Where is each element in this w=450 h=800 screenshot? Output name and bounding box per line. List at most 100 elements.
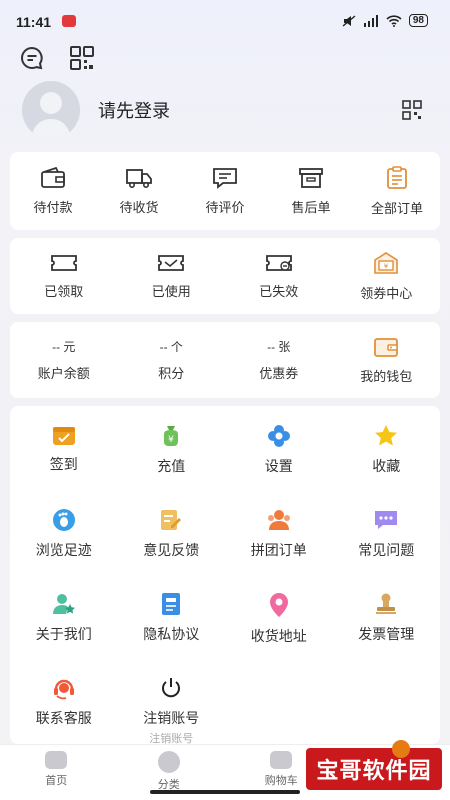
service-group-orders[interactable]: 拼团订单 bbox=[225, 504, 333, 588]
tab-label: 首页 bbox=[45, 775, 68, 787]
ticket-used-icon bbox=[158, 254, 185, 271]
service-feedback[interactable]: 意见反馈 bbox=[118, 504, 226, 588]
order-all[interactable]: 全部订单 bbox=[354, 152, 440, 230]
service-label: 注销账号 bbox=[143, 710, 200, 726]
gear-icon bbox=[267, 425, 290, 447]
order-label: 售后单 bbox=[291, 199, 331, 215]
service-about[interactable]: 关于我们 bbox=[10, 588, 118, 672]
coupon-label: 已使用 bbox=[151, 283, 191, 299]
order-label: 待评价 bbox=[205, 199, 245, 215]
service-label: 签到 bbox=[49, 456, 78, 472]
scan-icon[interactable] bbox=[68, 44, 96, 72]
balance-value: -- 元 bbox=[52, 340, 76, 354]
watermark-text: 宝哥软件园 bbox=[316, 758, 432, 783]
service-address[interactable]: 收货地址 bbox=[225, 588, 333, 672]
my-wallet[interactable]: 我的钱包 bbox=[333, 322, 441, 398]
points[interactable]: -- 个 积分 bbox=[118, 322, 226, 398]
service-label: 收藏 bbox=[372, 458, 401, 474]
service-recharge[interactable]: ¥ 充值 bbox=[118, 420, 226, 504]
document-icon bbox=[162, 593, 181, 615]
service-label: 隐私协议 bbox=[143, 626, 200, 642]
order-label: 待付款 bbox=[33, 199, 73, 215]
message-icon[interactable] bbox=[18, 44, 46, 72]
notification-app-icon bbox=[62, 15, 76, 27]
service-privacy[interactable]: 隐私协议 bbox=[118, 588, 226, 672]
status-time: 11:41 bbox=[16, 14, 52, 30]
truck-icon bbox=[126, 168, 152, 188]
service-favorites[interactable]: 收藏 bbox=[333, 420, 441, 504]
service-label: 发票管理 bbox=[358, 626, 415, 642]
coupon-used[interactable]: 已使用 bbox=[118, 238, 226, 314]
top-actions bbox=[18, 44, 96, 72]
wallet-icon bbox=[41, 166, 65, 188]
order-label: 待收货 bbox=[119, 199, 159, 215]
order-pending-payment[interactable]: 待付款 bbox=[10, 152, 96, 230]
asset-label: 积分 bbox=[158, 366, 185, 381]
coupon-count-value: -- 张 bbox=[267, 340, 291, 354]
feedback-icon bbox=[161, 510, 182, 530]
battery-indicator: 98 bbox=[408, 14, 428, 27]
coupon-count[interactable]: -- 张 优惠券 bbox=[225, 322, 333, 398]
wallet-orange-icon bbox=[374, 337, 399, 357]
wifi-icon bbox=[386, 14, 402, 27]
points-value: -- 个 bbox=[159, 340, 183, 354]
home-icon bbox=[45, 751, 68, 769]
service-label: 常见问题 bbox=[358, 542, 415, 558]
coupon-label: 领券中心 bbox=[360, 285, 413, 301]
service-faq[interactable]: 常见问题 bbox=[333, 504, 441, 588]
coupon-label: 已领取 bbox=[44, 283, 84, 299]
service-settings[interactable]: 设置 bbox=[225, 420, 333, 504]
power-icon bbox=[162, 678, 181, 698]
footprint-icon bbox=[52, 509, 75, 531]
order-after-sale[interactable]: 售后单 bbox=[268, 152, 354, 230]
status-bar: 11:41 98 bbox=[0, 0, 450, 44]
account-balance[interactable]: -- 元 账户余额 bbox=[10, 322, 118, 398]
avatar[interactable] bbox=[22, 81, 80, 139]
stamp-icon bbox=[376, 593, 397, 614]
group-icon bbox=[267, 510, 290, 530]
person-star-icon bbox=[52, 594, 75, 614]
star-icon bbox=[375, 425, 398, 446]
login-prompt[interactable]: 请先登录 bbox=[98, 97, 170, 123]
status-icons: 98 bbox=[342, 14, 428, 27]
coupon-received[interactable]: 已领取 bbox=[10, 238, 118, 314]
service-label: 浏览足迹 bbox=[35, 542, 92, 558]
watermark-dot bbox=[392, 740, 410, 758]
tab-home[interactable]: 首页 bbox=[0, 745, 113, 800]
location-pin-icon bbox=[269, 593, 288, 617]
orders-card: 待付款 待收货 待评价 售后单 全部订单 bbox=[10, 152, 440, 230]
service-label: 联系客服 bbox=[35, 710, 92, 726]
home-indicator bbox=[150, 790, 300, 794]
service-label: 拼团订单 bbox=[250, 542, 307, 558]
coupons-card: 已领取 已使用 已失效 ¥ 领券中心 bbox=[10, 238, 440, 314]
asset-label: 优惠券 bbox=[259, 366, 299, 381]
coupon-label: 已失效 bbox=[259, 283, 299, 299]
order-pending-receipt[interactable]: 待收货 bbox=[96, 152, 182, 230]
service-check-in[interactable]: 签到 bbox=[10, 420, 118, 504]
comment-icon bbox=[213, 167, 237, 189]
qr-code-icon[interactable] bbox=[402, 100, 422, 125]
watermark-logo: 宝哥软件园 bbox=[306, 740, 442, 790]
coupon-center[interactable]: ¥ 领券中心 bbox=[333, 238, 441, 314]
asset-label: 我的钱包 bbox=[360, 368, 413, 384]
faq-icon bbox=[375, 511, 398, 529]
coupon-expired[interactable]: 已失效 bbox=[225, 238, 333, 314]
ticket-icon bbox=[50, 254, 77, 271]
box-icon bbox=[299, 167, 323, 188]
money-bag-icon: ¥ bbox=[164, 426, 179, 446]
cart-icon bbox=[270, 751, 293, 769]
service-label: 收货地址 bbox=[250, 628, 307, 644]
coupon-center-icon: ¥ bbox=[374, 251, 399, 274]
order-pending-review[interactable]: 待评价 bbox=[182, 152, 268, 230]
assets-card: -- 元 账户余额 -- 个 积分 -- 张 优惠券 我的钱包 bbox=[10, 322, 440, 398]
svg-text:¥: ¥ bbox=[168, 435, 174, 445]
profile-header[interactable]: 请先登录 bbox=[22, 81, 428, 139]
svg-text:¥: ¥ bbox=[384, 262, 389, 270]
service-label: 充值 bbox=[157, 458, 186, 474]
service-history[interactable]: 浏览足迹 bbox=[10, 504, 118, 588]
service-label: 设置 bbox=[264, 458, 293, 474]
service-invoice[interactable]: 发票管理 bbox=[333, 588, 441, 672]
order-label: 全部订单 bbox=[370, 200, 423, 216]
service-label: 意见反馈 bbox=[143, 542, 200, 558]
services-card: 签到 ¥ 充值 设置 收藏 浏览足迹 意见反馈 拼团订单 常见问题 关于我们 隐… bbox=[10, 406, 441, 745]
